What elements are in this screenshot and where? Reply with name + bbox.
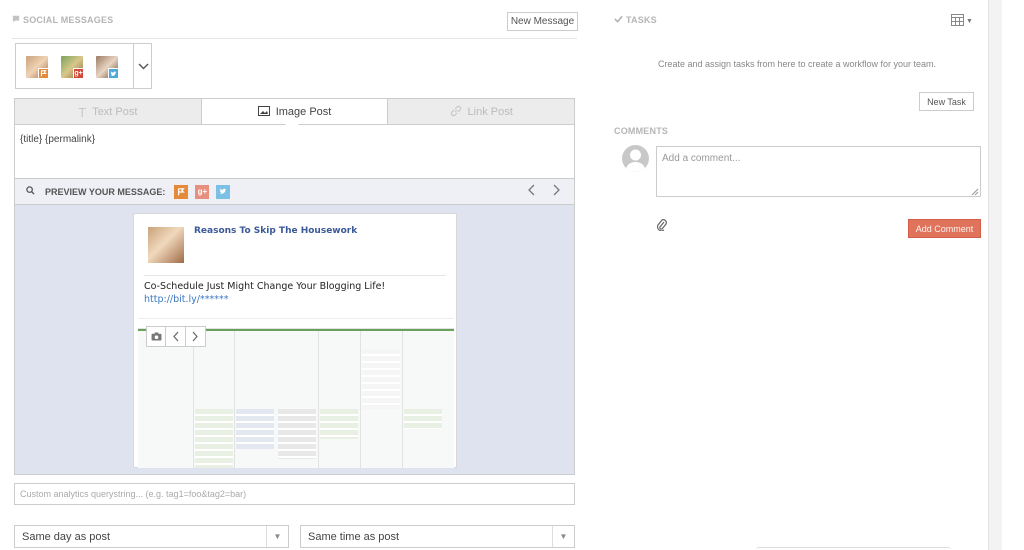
preview-bar: PREVIEW YOUR MESSAGE: g+ — [14, 179, 575, 205]
analytics-querystring-input[interactable]: Custom analytics querystring... (e.g. ta… — [14, 483, 575, 505]
chat-bubble-icon — [12, 15, 20, 25]
link-icon — [450, 105, 462, 120]
image-icon — [257, 105, 270, 119]
chevron-left-icon[interactable] — [166, 327, 186, 346]
comments-title: COMMENTS — [614, 126, 669, 136]
user-avatar-icon — [622, 145, 649, 172]
twitter-badge-icon — [108, 68, 119, 79]
post-title-link[interactable]: Reasons To Skip The Housework — [194, 226, 357, 236]
comment-textarea[interactable]: Add a comment... — [656, 146, 981, 197]
active-tab-pointer — [285, 124, 299, 130]
twitter-preview-icon[interactable] — [216, 184, 231, 199]
account-selector[interactable]: g+ — [15, 43, 152, 89]
calendar-grid-icon — [951, 14, 964, 29]
text-t-icon: T — [78, 104, 87, 120]
avatar — [148, 227, 184, 263]
divider — [12, 38, 577, 39]
caret-down-icon: ▼ — [552, 526, 574, 547]
new-message-button[interactable]: New Message — [507, 12, 578, 31]
google-plus-badge-icon: g+ — [73, 68, 84, 79]
resize-handle-icon[interactable] — [971, 187, 979, 199]
checkmark-icon — [614, 15, 623, 25]
scrollbar[interactable] — [988, 0, 1002, 550]
preview-nav — [528, 184, 560, 199]
caret-down-icon: ▼ — [966, 18, 973, 25]
post-link[interactable]: http://bit.ly/****** — [144, 294, 228, 305]
chevron-down-icon[interactable] — [133, 44, 152, 88]
add-comment-button[interactable]: Add Comment — [908, 219, 981, 238]
message-editor[interactable]: {title} {permalink} — [14, 124, 575, 179]
post-body: Co-Schedule Just Might Change Your Blogg… — [144, 281, 386, 292]
comments-heading: COMMENTS — [614, 126, 668, 136]
attached-image — [138, 318, 454, 468]
new-task-button[interactable]: New Task — [919, 92, 974, 111]
facebook-preview-icon[interactable] — [174, 184, 189, 199]
facebook-badge-icon — [38, 68, 49, 79]
time-select[interactable]: Same time as post ▼ — [300, 525, 575, 548]
google-plus-preview-icon[interactable]: g+ — [195, 184, 210, 199]
chevron-right-icon[interactable] — [186, 327, 205, 346]
tab-image-post[interactable]: Image Post — [201, 99, 389, 125]
chevron-right-icon[interactable] — [552, 184, 560, 199]
caret-down-icon: ▼ — [266, 526, 288, 547]
facebook-post-preview: Reasons To Skip The Housework Co-Schedul… — [133, 213, 457, 468]
tab-link-post[interactable]: Link Post — [388, 99, 575, 125]
image-carousel-controls — [146, 326, 206, 347]
camera-icon[interactable] — [147, 327, 167, 346]
tasks-heading: TASKS — [614, 15, 657, 25]
post-type-tabs: T Text Post Image Post Link Post — [14, 98, 575, 125]
day-select[interactable]: Same day as post ▼ — [14, 525, 289, 548]
divider — [144, 275, 446, 276]
social-messages-heading: SOCIAL MESSAGES — [12, 15, 113, 25]
page-margin — [1002, 0, 1024, 550]
tasks-title: TASKS — [626, 15, 657, 25]
tasks-description: Create and assign tasks from here to cre… — [657, 59, 937, 69]
tab-text-post[interactable]: T Text Post — [15, 99, 202, 125]
chevron-left-icon[interactable] — [528, 184, 536, 199]
task-view-menu[interactable]: ▼ — [951, 14, 973, 29]
social-messages-title: SOCIAL MESSAGES — [23, 15, 114, 25]
paperclip-icon[interactable] — [656, 218, 667, 234]
preview-label: PREVIEW YOUR MESSAGE: — [45, 186, 166, 197]
search-icon — [26, 185, 35, 198]
